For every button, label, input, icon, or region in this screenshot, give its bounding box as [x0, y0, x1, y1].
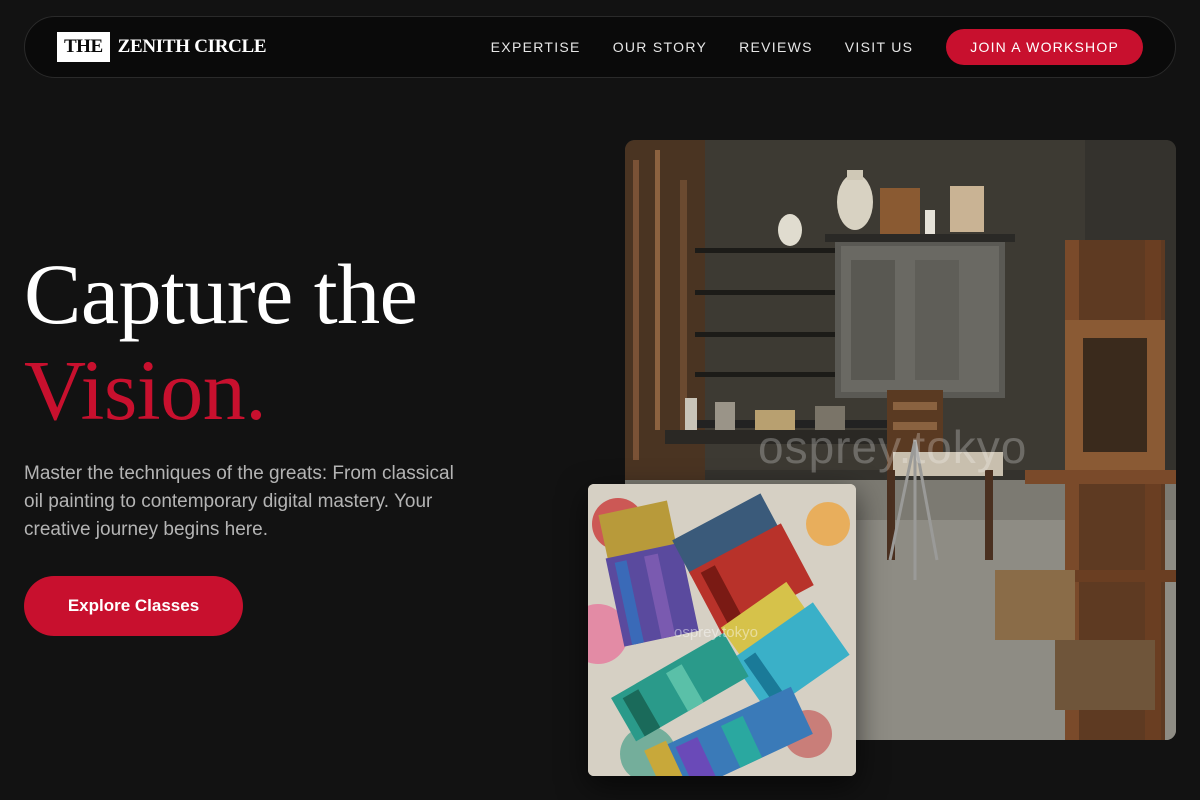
studio-watermark: osprey.tokyo	[758, 421, 1028, 473]
brand-logo[interactable]: THE ZENITH CIRCLE	[57, 32, 267, 62]
hero-subtitle: Master the techniques of the greats: Fro…	[24, 463, 454, 540]
nav-menu: EXPERTISE OUR STORY REVIEWS VISIT US JOI…	[491, 29, 1143, 65]
nav-link-reviews[interactable]: REVIEWS	[739, 39, 813, 55]
nav-link-expertise[interactable]: EXPERTISE	[491, 39, 581, 55]
brushes-watermark: osprey.tokyo	[674, 624, 758, 641]
page: THE ZENITH CIRCLE EXPERTISE OUR STORY RE…	[0, 0, 1200, 800]
hero-title-accent: Vision.	[24, 342, 267, 438]
brand-logo-box: THE	[57, 32, 110, 62]
brand-name: ZENITH CIRCLE	[117, 36, 267, 57]
hero-title: Capture the Vision.	[24, 246, 418, 438]
explore-classes-button[interactable]: Explore Classes	[24, 576, 243, 636]
nav-link-our-story[interactable]: OUR STORY	[613, 39, 707, 55]
hero-title-line1: Capture the	[24, 246, 418, 342]
top-navbar: THE ZENITH CIRCLE EXPERTISE OUR STORY RE…	[24, 16, 1176, 78]
nav-link-visit-us[interactable]: VISIT US	[845, 39, 914, 55]
join-workshop-button[interactable]: JOIN A WORKSHOP	[946, 29, 1143, 65]
